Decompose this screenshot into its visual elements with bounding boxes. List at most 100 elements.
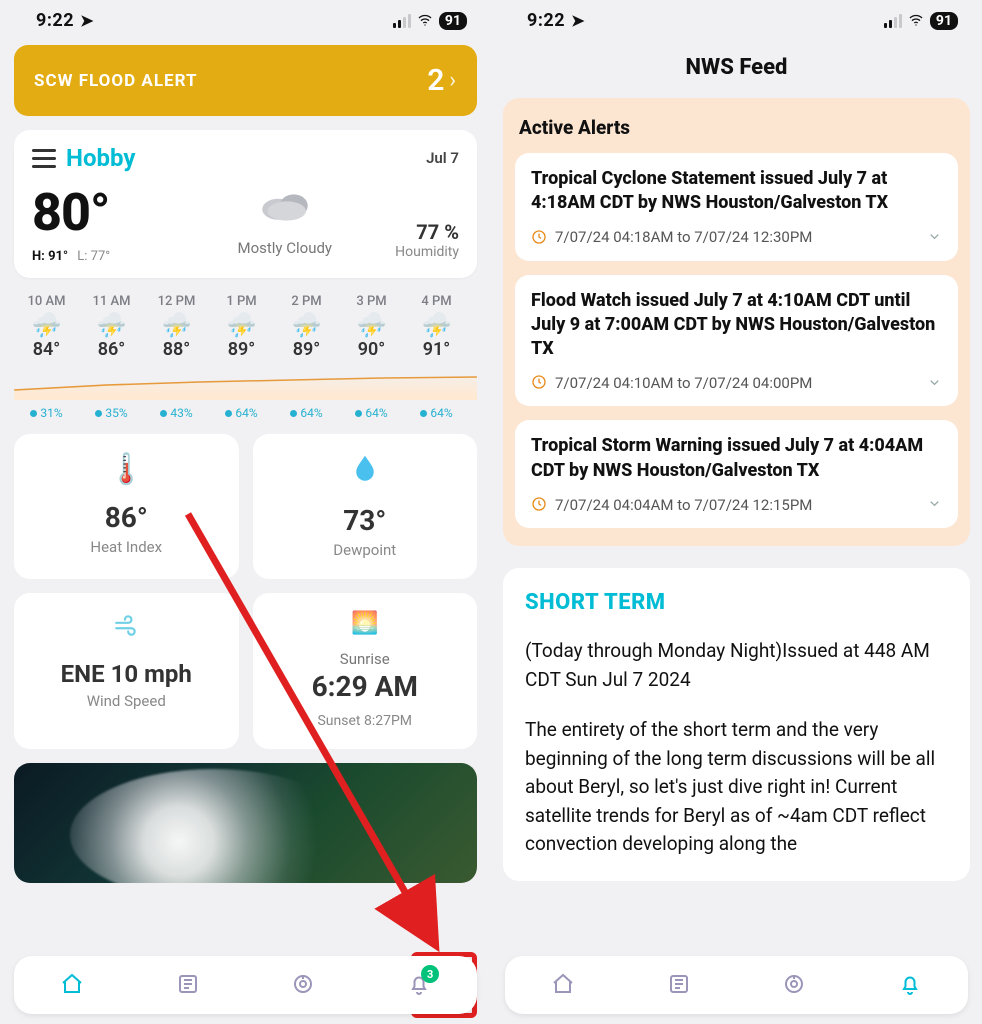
hour-label: 4 PM xyxy=(404,294,469,309)
storm-icon: ⛈️ xyxy=(404,313,469,337)
heat-index-value: 86° xyxy=(24,501,229,534)
precip-cell: 64% xyxy=(339,406,404,420)
current-weather-card: Hobby Jul 7 80° H: 91° L: 77° xyxy=(14,130,477,278)
hour-label: 10 AM xyxy=(14,294,79,309)
short-term-card: SHORT TERM (Today through Monday Night)I… xyxy=(503,568,970,881)
clock-icon xyxy=(531,228,547,247)
temp-sparkline xyxy=(14,366,477,400)
flood-alert-count: 2 xyxy=(427,63,445,98)
nav-alerts[interactable] xyxy=(898,971,922,999)
sunrise-label: Sunrise xyxy=(263,650,468,668)
storm-icon: ⛈️ xyxy=(144,313,209,337)
menu-icon[interactable] xyxy=(32,149,56,168)
dewpoint-value: 73° xyxy=(263,504,468,537)
alert-title: Tropical Storm Warning issued July 7 at … xyxy=(531,434,942,483)
sun-icon: 🌅 xyxy=(263,611,468,636)
location-services-icon: ➤ xyxy=(80,11,94,30)
dewpoint-card[interactable]: 73° Dewpoint xyxy=(253,434,478,579)
storm-icon: ⛈️ xyxy=(79,313,144,337)
chevron-right-icon: › xyxy=(449,68,457,93)
nav-radar[interactable] xyxy=(291,971,315,999)
location-name[interactable]: Hobby xyxy=(66,144,135,172)
high-temp: H: 91° xyxy=(32,249,68,264)
sun-card[interactable]: 🌅 Sunrise 6:29 AM Sunset 8:27PM xyxy=(253,593,478,749)
clock-icon xyxy=(531,495,547,514)
hour-label: 1 PM xyxy=(209,294,274,309)
storm-icon: ⛈️ xyxy=(339,313,404,337)
satellite-tile[interactable] xyxy=(14,763,477,883)
alert-timerange: 7/07/24 04:04AM to 7/07/24 12:15PM xyxy=(555,496,812,514)
alert-title: Tropical Cyclone Statement issued July 7… xyxy=(531,167,942,216)
chevron-down-icon xyxy=(927,496,942,514)
humidity-label: Houmidity xyxy=(369,244,459,260)
hour-temp: 86° xyxy=(79,339,144,360)
nav-home[interactable] xyxy=(551,971,575,999)
active-alerts-heading: Active Alerts xyxy=(519,116,954,139)
sunset-label: Sunset 8:27PM xyxy=(263,713,468,729)
flood-alert-label: SCW FLOOD ALERT xyxy=(34,71,198,91)
humidity-value: 77 % xyxy=(369,220,459,244)
hourly-column[interactable]: 10 AM ⛈️ 84° xyxy=(14,294,79,360)
precip-cell: 64% xyxy=(274,406,339,420)
hour-label: 12 PM xyxy=(144,294,209,309)
hourly-column[interactable]: 4 PM ⛈️ 91° xyxy=(404,294,469,360)
status-time: 9:22 xyxy=(527,10,565,31)
nav-radar[interactable] xyxy=(782,971,806,999)
short-term-heading: SHORT TERM xyxy=(525,590,948,615)
hourly-column[interactable]: 11 AM ⛈️ 86° xyxy=(79,294,144,360)
short-term-issued: (Today through Monday Night)Issued at 44… xyxy=(525,637,948,694)
cloud-icon xyxy=(201,178,370,231)
sunrise-value: 6:29 AM xyxy=(263,670,468,703)
wifi-icon xyxy=(417,11,433,30)
nav-alerts[interactable]: 3 xyxy=(407,971,431,999)
alerts-badge: 3 xyxy=(421,965,439,983)
nav-home[interactable] xyxy=(60,971,84,999)
hour-temp: 90° xyxy=(339,339,404,360)
storm-icon: ⛈️ xyxy=(209,313,274,337)
precip-row: 31%35%43%64%64%64%64% xyxy=(14,406,477,420)
wind-card[interactable]: ENE 10 mph Wind Speed xyxy=(14,593,239,749)
signal-icon xyxy=(393,14,411,28)
heat-index-card[interactable]: 🌡️ 86° Heat Index xyxy=(14,434,239,579)
heat-index-label: Heat Index xyxy=(24,538,229,556)
alert-item[interactable]: Tropical Cyclone Statement issued July 7… xyxy=(515,153,958,261)
hour-temp: 88° xyxy=(144,339,209,360)
hour-label: 2 PM xyxy=(274,294,339,309)
thermometer-icon: 🌡️ xyxy=(24,452,229,487)
precip-cell xyxy=(469,406,477,420)
alert-item[interactable]: Flood Watch issued July 7 at 4:10AM CDT … xyxy=(515,275,958,407)
hourly-column[interactable]: 5 PM ⛈️ 90° xyxy=(469,294,477,360)
status-time: 9:22 xyxy=(36,10,74,31)
dewpoint-label: Dewpoint xyxy=(263,541,468,559)
alert-item[interactable]: Tropical Storm Warning issued July 7 at … xyxy=(515,420,958,528)
status-bar: 9:22 ➤ 91 xyxy=(0,0,491,37)
hour-label: 5 PM xyxy=(469,294,477,309)
precip-cell: 31% xyxy=(14,406,79,420)
short-term-body: The entirety of the short term and the v… xyxy=(525,716,948,859)
hourly-column[interactable]: 1 PM ⛈️ 89° xyxy=(209,294,274,360)
nav-news[interactable] xyxy=(667,971,691,999)
hourly-column[interactable]: 12 PM ⛈️ 88° xyxy=(144,294,209,360)
hourly-column[interactable]: 2 PM ⛈️ 89° xyxy=(274,294,339,360)
alert-timerange: 7/07/24 04:10AM to 7/07/24 04:00PM xyxy=(555,374,812,392)
battery-pill: 91 xyxy=(439,12,467,30)
nav-news[interactable] xyxy=(176,971,200,999)
storm-icon: ⛈️ xyxy=(274,313,339,337)
droplet-dot-icon xyxy=(355,410,362,417)
hour-temp: 89° xyxy=(274,339,339,360)
hour-temp: 91° xyxy=(404,339,469,360)
droplet-dot-icon xyxy=(95,410,102,417)
hourly-column[interactable]: 3 PM ⛈️ 90° xyxy=(339,294,404,360)
condition-label: Mostly Cloudy xyxy=(201,239,370,257)
chevron-down-icon xyxy=(927,374,942,392)
hourly-forecast[interactable]: 10 AM ⛈️ 84°11 AM ⛈️ 86°12 PM ⛈️ 88°1 PM… xyxy=(14,294,477,360)
wind-icon xyxy=(24,611,229,646)
droplet-dot-icon xyxy=(160,410,167,417)
precip-cell: 64% xyxy=(209,406,274,420)
active-alerts-panel: Active Alerts Tropical Cyclone Statement… xyxy=(503,98,970,546)
flood-alert-banner[interactable]: SCW FLOOD ALERT 2 › xyxy=(14,45,477,116)
right-phone: 9:22 ➤ 91 NWS Feed Active Alerts Tropica… xyxy=(491,0,982,1024)
wifi-icon xyxy=(908,11,924,30)
droplet-dot-icon xyxy=(290,410,297,417)
hour-label: 3 PM xyxy=(339,294,404,309)
